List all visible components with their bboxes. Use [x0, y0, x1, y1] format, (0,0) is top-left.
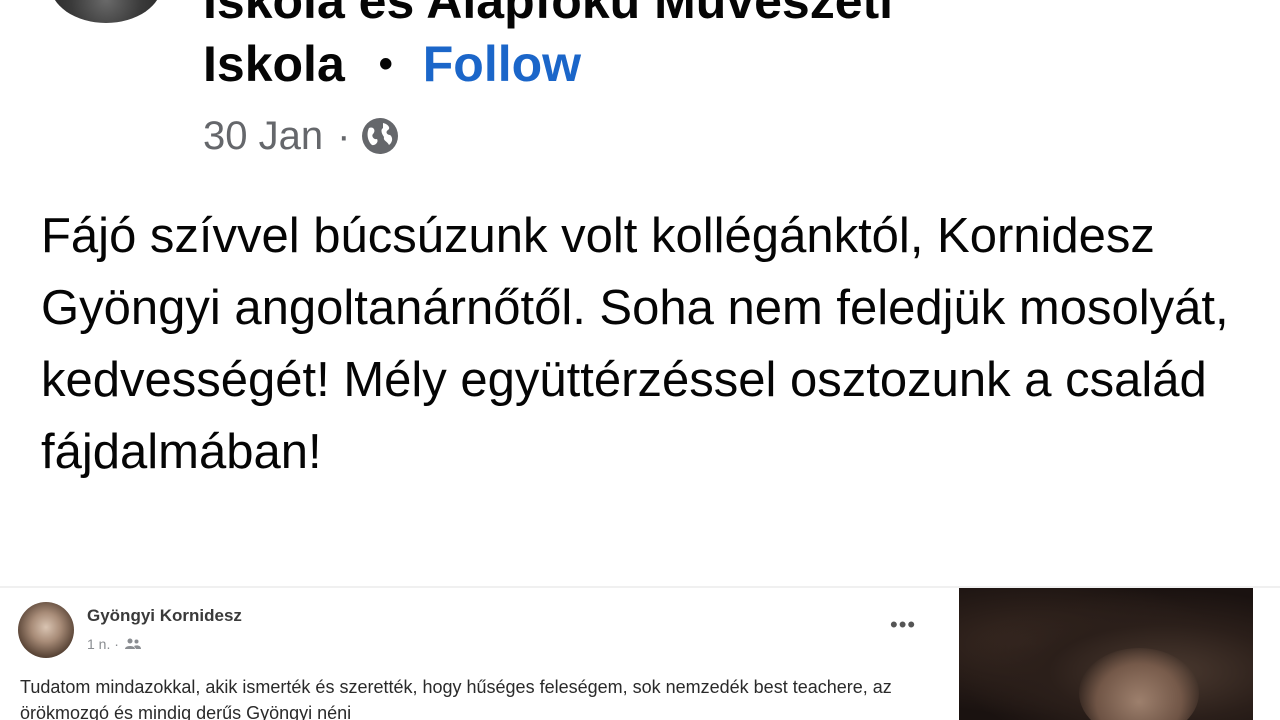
- page-name-line2[interactable]: Iskola: [203, 35, 345, 93]
- meta-separator: ·: [337, 113, 351, 158]
- shared-post-photo[interactable]: [959, 588, 1253, 720]
- shared-post-meta: 1 n. ·: [87, 636, 141, 652]
- follow-button[interactable]: Follow: [423, 35, 581, 93]
- more-options-button[interactable]: •••: [890, 612, 916, 638]
- page-name-line1[interactable]: Iskola és Alapfokú Művészeti: [203, 0, 893, 26]
- friends-icon: [124, 638, 141, 649]
- post-meta: 30 Jan ·: [203, 113, 400, 159]
- shared-post-time[interactable]: 1 n. ·: [87, 636, 119, 652]
- shared-author-avatar[interactable]: [18, 602, 74, 658]
- shared-author-name[interactable]: Gyöngyi Kornidesz: [87, 606, 242, 626]
- name-separator: •: [378, 41, 393, 86]
- shared-post[interactable]: Gyöngyi Kornidesz 1 n. · ••• Tudatom min…: [0, 586, 1280, 720]
- page-avatar[interactable]: [50, 0, 162, 23]
- shared-post-text: Tudatom mindazokkal, akik ismerték és sz…: [20, 677, 892, 720]
- post-page: Iskola és Alapfokú Művészeti Iskola • Fo…: [0, 0, 1280, 720]
- post-message: Fájó szívvel búcsúzunk volt kollégánktól…: [41, 209, 1229, 479]
- post-date[interactable]: 30 Jan: [203, 114, 323, 159]
- page-name-row: Iskola • Follow: [203, 35, 581, 93]
- globe-icon: [362, 118, 399, 154]
